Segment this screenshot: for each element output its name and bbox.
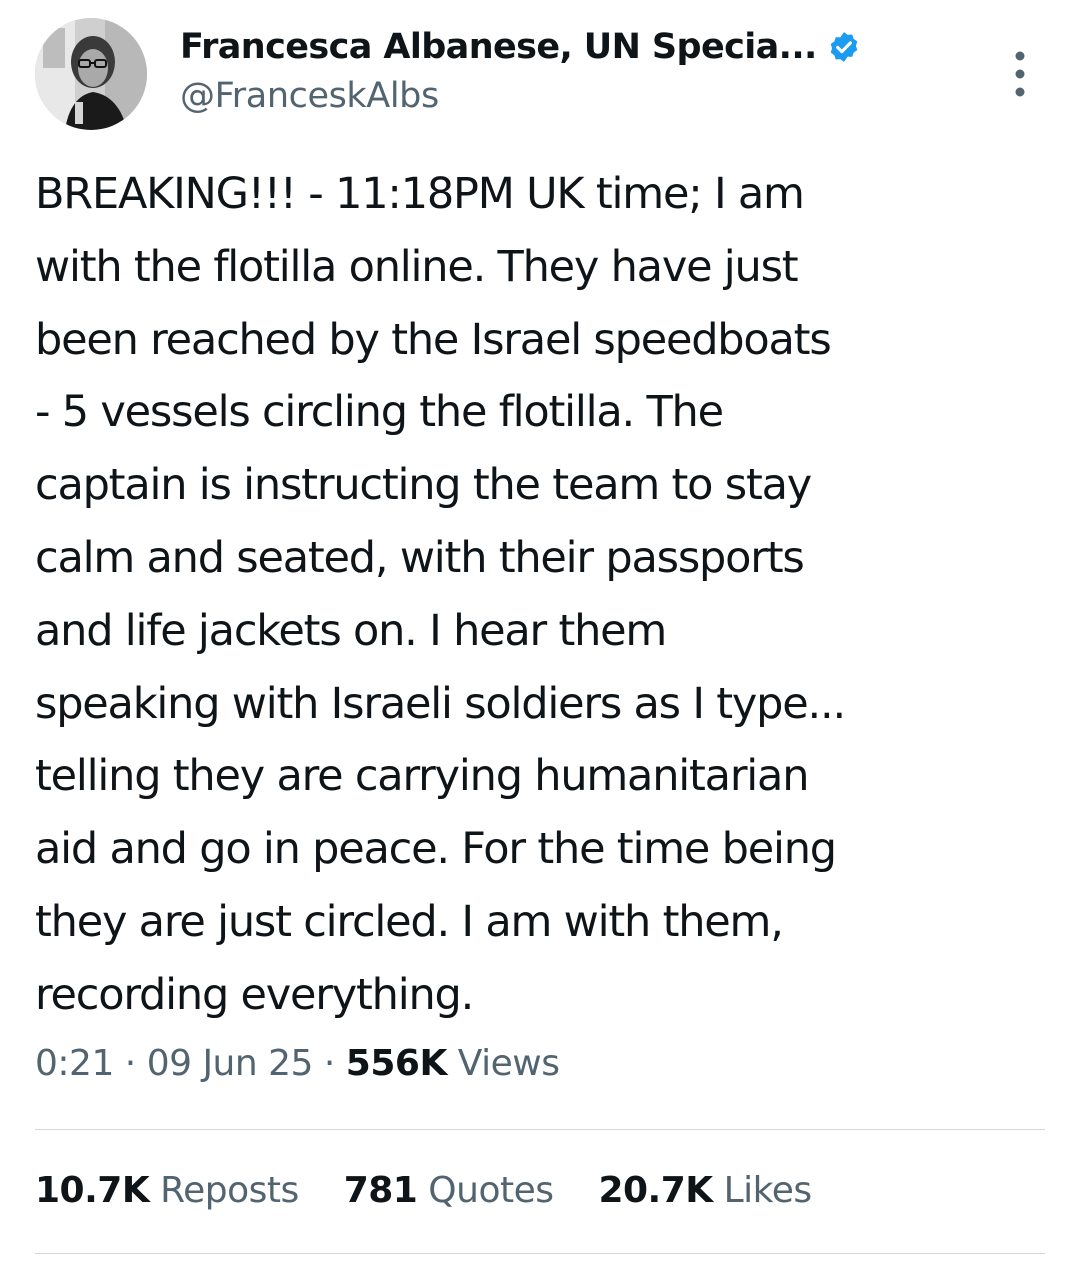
views-count: 556K — [345, 1043, 448, 1084]
quotes-label: Quotes — [428, 1170, 554, 1211]
more-options-icon[interactable] — [1010, 46, 1030, 102]
tweet-line: with the flotilla online. They have just — [35, 241, 799, 292]
likes-count: 20.7K — [598, 1170, 713, 1211]
likes-label: Likes — [723, 1170, 813, 1211]
tweet-line: they are just circled. I am with them, — [35, 896, 784, 947]
quotes-stat[interactable]: 781 Quotes — [344, 1170, 554, 1211]
reposts-label: Reposts — [160, 1170, 299, 1211]
display-name[interactable]: Francesca Albanese, UN Specia... — [180, 27, 817, 67]
tweet-line: speaking with Israeli soldiers as I type… — [35, 678, 846, 729]
author-names: Francesca Albanese, UN Specia... @France… — [180, 24, 980, 116]
tweet-time[interactable]: 0:21 — [35, 1043, 114, 1084]
engagement-stats: 10.7K Reposts 781 Quotes 20.7K Likes — [35, 1170, 846, 1211]
tweet-date[interactable]: 09 Jun 25 — [147, 1043, 314, 1084]
tweet-line: and life jackets on. I hear them — [35, 605, 667, 656]
tweet-line: calm and seated, with their passports — [35, 532, 805, 583]
tweet-header: Francesca Albanese, UN Specia... @France… — [35, 18, 1045, 133]
likes-stat[interactable]: 20.7K Likes — [598, 1170, 813, 1211]
avatar[interactable] — [35, 18, 147, 130]
views-label: Views — [457, 1043, 560, 1084]
divider — [35, 1253, 1045, 1254]
tweet-line: BREAKING!!! - 11:18PM UK time; I am — [35, 169, 805, 219]
quotes-count: 781 — [343, 1170, 418, 1211]
verified-badge-icon[interactable] — [827, 30, 861, 64]
user-handle[interactable]: @FranceskAlbs — [180, 76, 980, 116]
tweet-line: telling they are carrying humanitarian — [35, 751, 809, 802]
tweet-line: captain is instructing the team to stay — [35, 460, 812, 511]
tweet-line: - 5 vessels circling the flotilla. The — [35, 387, 724, 438]
tweet-meta: 0:21 · 09 Jun 25 · 556K Views — [35, 1043, 560, 1084]
meta-separator: · — [113, 1043, 147, 1084]
tweet-line: recording everything. — [35, 969, 474, 1020]
display-name-row: Francesca Albanese, UN Specia... — [180, 24, 980, 70]
meta-separator: · — [312, 1043, 346, 1084]
reposts-stat[interactable]: 10.7K Reposts — [35, 1170, 299, 1211]
reposts-count: 10.7K — [35, 1170, 150, 1211]
avatar-photo — [35, 18, 147, 130]
tweet-text: BREAKING!!! - 11:18PM UK time; I am with… — [35, 158, 1045, 1032]
tweet-line: aid and go in peace. For the time being — [35, 824, 837, 875]
tweet-line: been reached by the Israel speedboats — [35, 314, 832, 365]
divider — [35, 1129, 1045, 1130]
